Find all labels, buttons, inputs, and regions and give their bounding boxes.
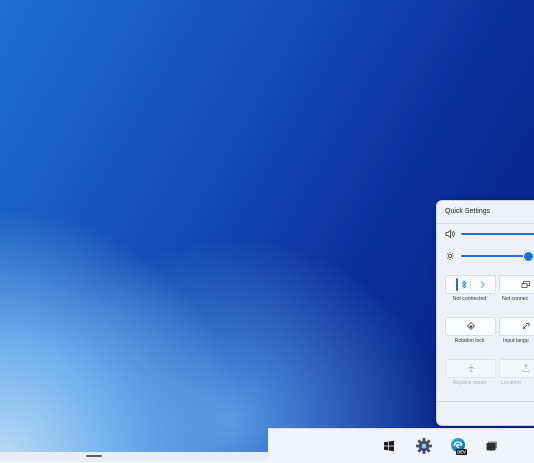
start-icon[interactable] [381,438,397,454]
cast-tile-label: Not connec [502,296,529,302]
input-language-tile[interactable] [499,317,534,336]
taskbar: DEV [268,428,534,463]
chevron-right-icon[interactable] [478,280,486,289]
volume-slider[interactable] [461,233,534,235]
location-tile-label: Location [501,380,521,386]
edge-dev-badge: DEV [457,450,466,455]
cast-icon [521,281,530,288]
bluetooth-tile-label: Not connected [452,296,487,302]
airplane-mode-tile-label: Airplane mode [452,380,487,386]
quick-settings-title: Quick Settings [445,208,491,215]
input-language-tile-label: Input langu [503,338,529,344]
airplane-mode-tile[interactable] [445,359,496,378]
location-tile[interactable] [499,359,534,378]
rotation-lock-tile[interactable] [445,317,496,336]
volume-icon[interactable] [445,228,455,240]
edge-dev-icon[interactable]: DEV [449,437,467,455]
settings-icon[interactable] [415,437,433,455]
divider [437,223,534,224]
bluetooth-tile[interactable] [445,275,496,294]
task-view-icon[interactable] [484,438,500,454]
volume-slider-row [437,228,534,240]
quick-settings-panel: Quick Settings Not connected Not connec … [436,200,534,426]
bluetooth-on-indicator [456,278,458,291]
input-language-icon [522,323,530,330]
bluetooth-icon [461,280,467,289]
brightness-slider-thumb[interactable] [523,251,534,262]
rotation-lock-tile-label: Rotation lock [454,338,485,344]
airplane-icon [467,364,475,372]
divider [437,401,534,402]
brightness-icon [446,252,454,260]
location-icon [522,364,530,372]
rotation-lock-icon [467,322,475,330]
tile-split-divider [470,278,471,291]
bottom-gesture-area [0,452,268,462]
home-indicator[interactable] [86,455,102,457]
cast-tile[interactable] [499,275,534,294]
brightness-slider-row [437,250,534,262]
